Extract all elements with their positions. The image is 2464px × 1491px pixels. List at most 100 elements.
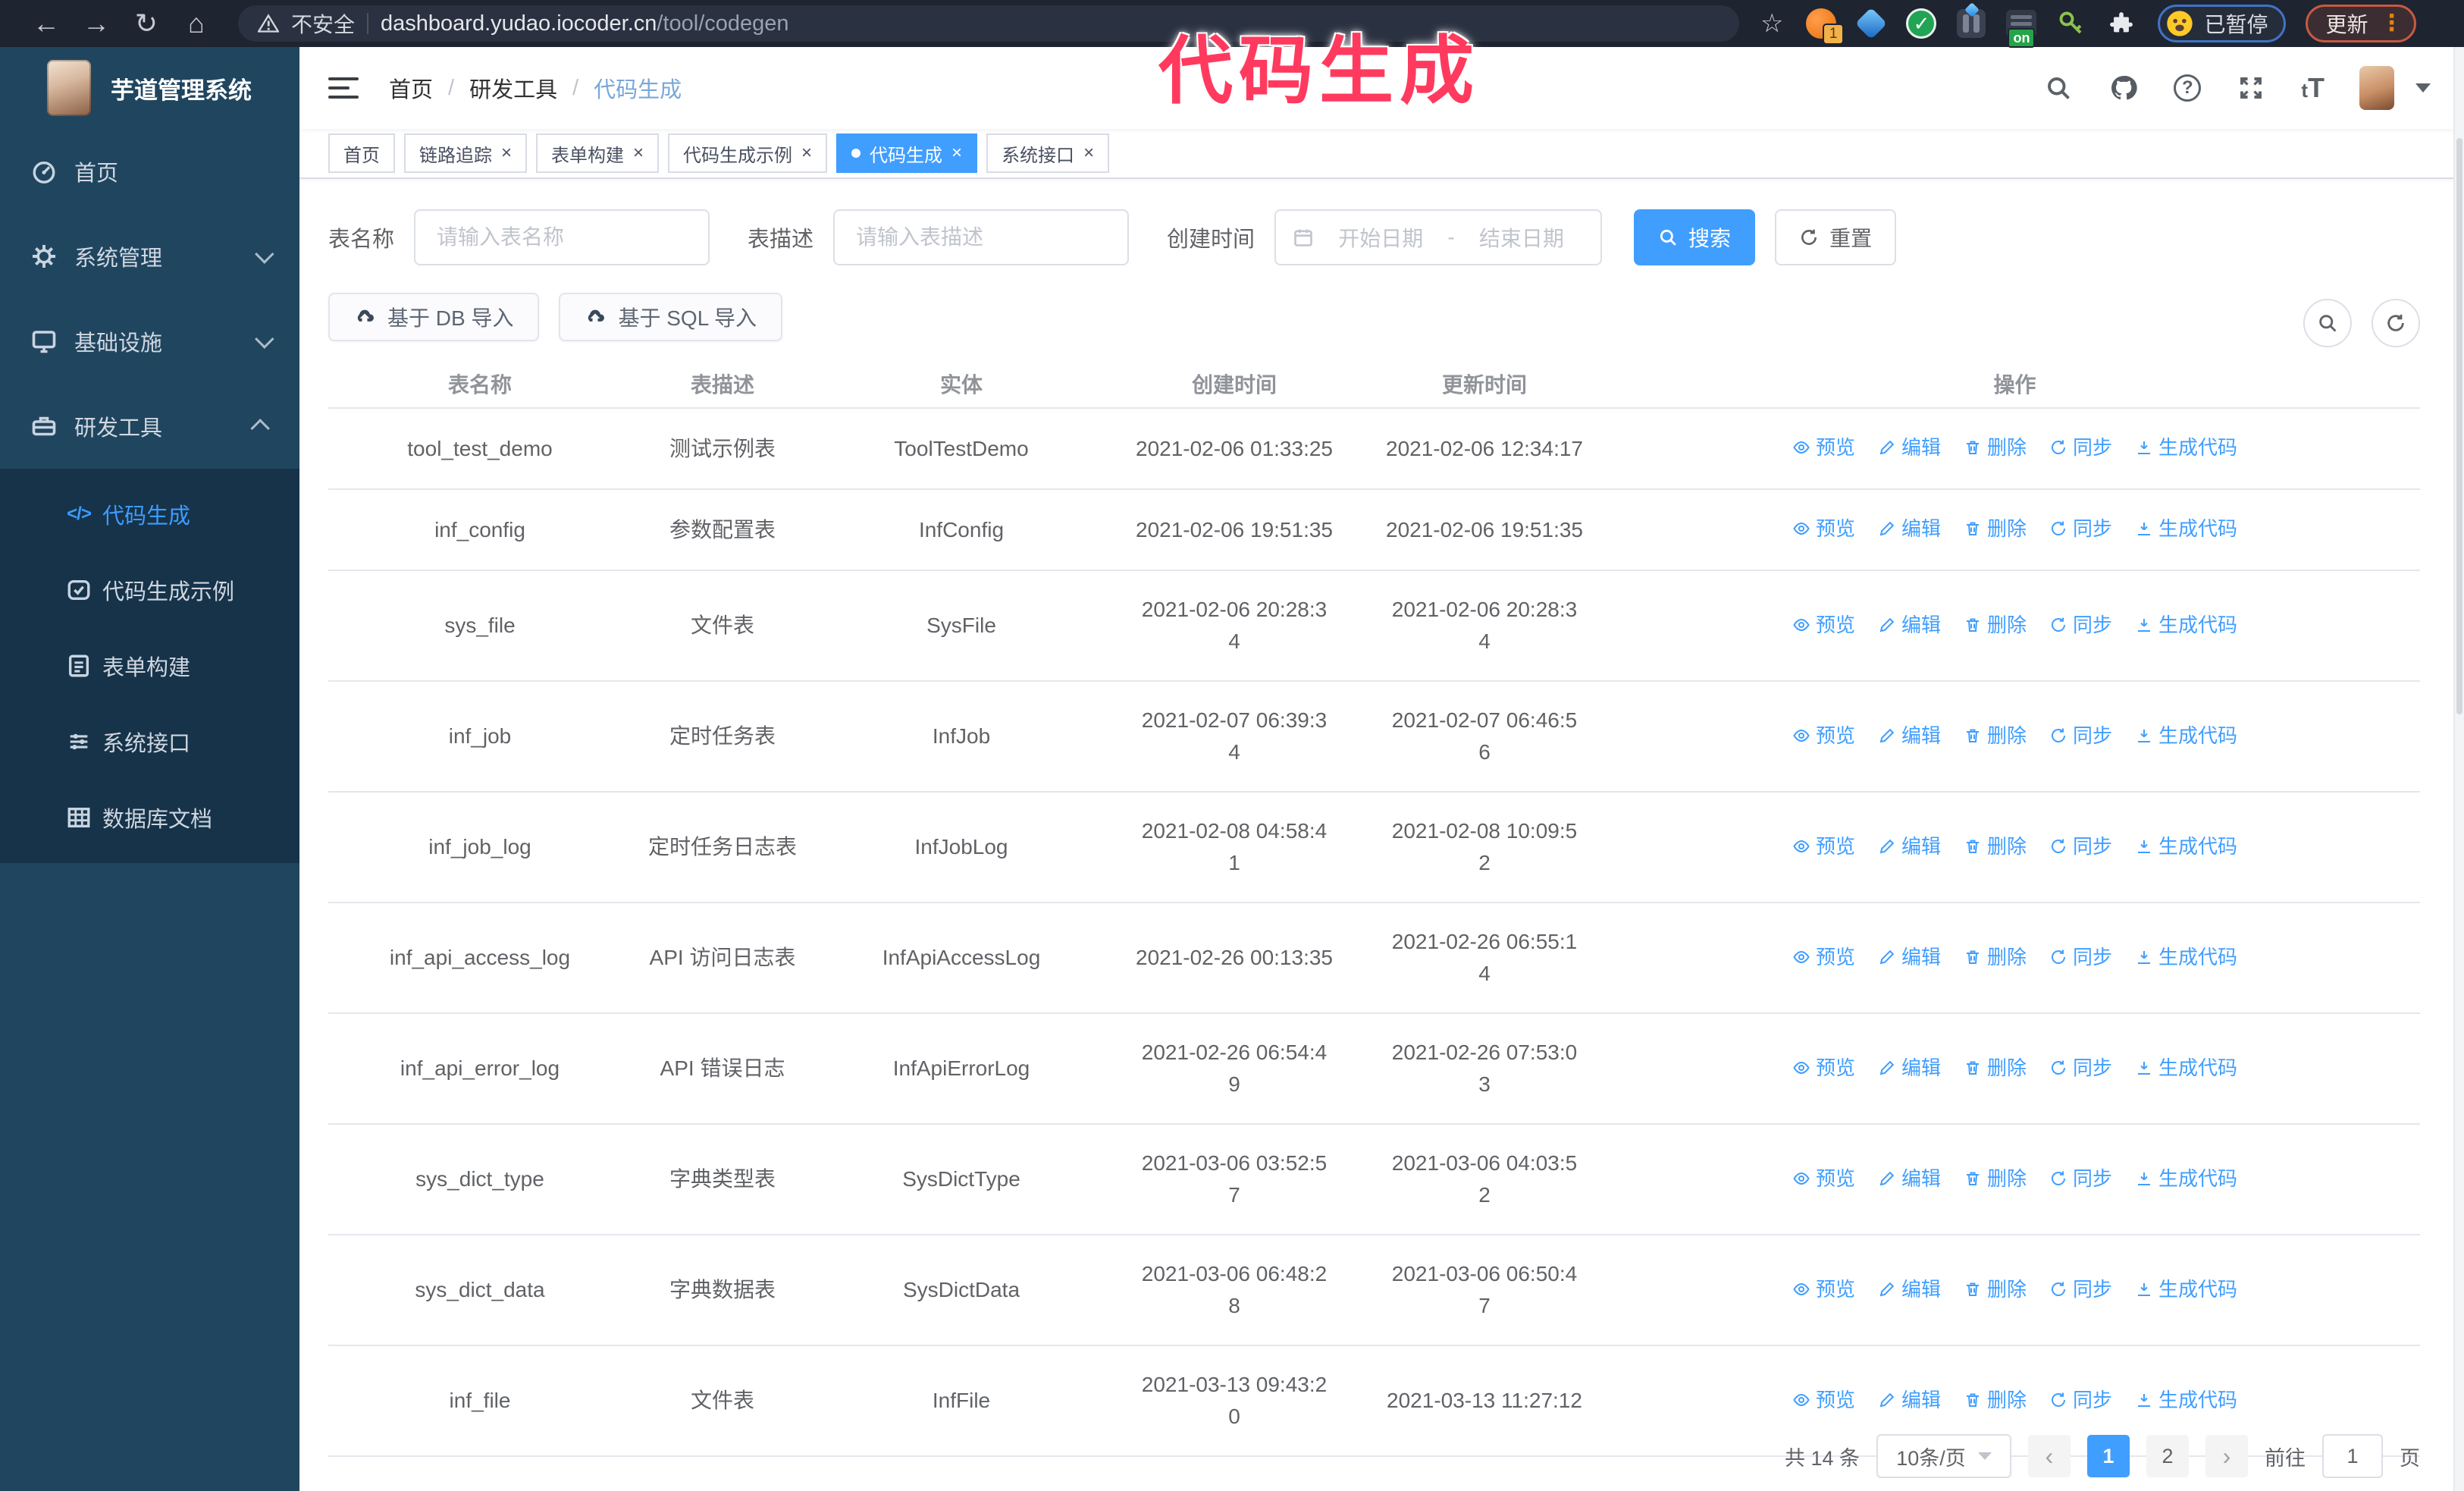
browser-back-icon[interactable]: ← — [21, 0, 71, 47]
row-action-generate[interactable]: 生成代码 — [2135, 1273, 2237, 1305]
sidebar-item-devtools[interactable]: 研发工具 — [0, 384, 299, 469]
next-page-button[interactable]: › — [2205, 1435, 2248, 1477]
row-action-generate[interactable]: 生成代码 — [2135, 830, 2237, 862]
row-action-preview[interactable]: 预览 — [1792, 1163, 1855, 1194]
browser-home-icon[interactable]: ⌂ — [171, 0, 221, 47]
sidebar-item-form-builder[interactable]: 表单构建 — [0, 628, 299, 704]
row-action-sync[interactable]: 同步 — [2049, 432, 2112, 463]
browser-menu-icon[interactable]: ⋮ — [2381, 12, 2403, 35]
search-icon[interactable] — [2043, 73, 2074, 103]
table-name-input[interactable] — [414, 209, 710, 265]
row-action-preview[interactable]: 预览 — [1792, 941, 1855, 973]
import-sql-button[interactable]: 基于 SQL 导入 — [559, 293, 783, 341]
tab-system-api[interactable]: 系统接口 × — [986, 133, 1110, 173]
sidebar-item-infra[interactable]: 基础设施 — [0, 299, 299, 384]
refresh-table-button[interactable] — [2372, 299, 2420, 347]
goto-page-input[interactable] — [2322, 1434, 2383, 1478]
row-action-generate[interactable]: 生成代码 — [2135, 609, 2237, 641]
address-bar[interactable]: 不安全 dashboard.yudao.iocoder.cn/tool/code… — [238, 5, 1739, 42]
github-icon[interactable] — [2108, 73, 2139, 103]
row-action-generate[interactable]: 生成代码 — [2135, 1052, 2237, 1084]
extension-icon-check[interactable]: ✓ — [1904, 7, 1938, 40]
row-action-sync[interactable]: 同步 — [2049, 1163, 2112, 1194]
row-action-delete[interactable]: 删除 — [1964, 513, 2027, 545]
close-icon[interactable]: × — [951, 144, 962, 162]
tab-home[interactable]: 首页 — [328, 133, 395, 173]
row-action-edit[interactable]: 编辑 — [1878, 609, 1941, 641]
extension-icon-on[interactable]: on — [2005, 7, 2038, 48]
breadcrumb-devtools[interactable]: 研发工具 — [469, 72, 557, 104]
logo-row[interactable]: 芋道管理系统 — [0, 47, 299, 129]
row-action-edit[interactable]: 编辑 — [1878, 1163, 1941, 1194]
extensions-puzzle-icon[interactable] — [2105, 7, 2138, 40]
extension-icon-sliders[interactable] — [1955, 2, 1988, 40]
row-action-delete[interactable]: 删除 — [1964, 1163, 2027, 1194]
row-action-generate[interactable]: 生成代码 — [2135, 513, 2237, 545]
row-action-sync[interactable]: 同步 — [2049, 1052, 2112, 1084]
row-action-edit[interactable]: 编辑 — [1878, 1052, 1941, 1084]
help-icon[interactable]: ? — [2174, 74, 2202, 102]
table-desc-input[interactable] — [833, 209, 1130, 265]
row-action-edit[interactable]: 编辑 — [1878, 1273, 1941, 1305]
row-action-edit[interactable]: 编辑 — [1878, 720, 1941, 752]
extension-icon-key[interactable] — [2055, 7, 2088, 40]
row-action-delete[interactable]: 删除 — [1964, 432, 2027, 463]
row-action-sync[interactable]: 同步 — [2049, 720, 2112, 752]
row-action-edit[interactable]: 编辑 — [1878, 432, 1941, 463]
page-button-1[interactable]: 1 — [2087, 1435, 2130, 1477]
row-action-sync[interactable]: 同步 — [2049, 1384, 2112, 1416]
row-action-preview[interactable]: 预览 — [1792, 1273, 1855, 1305]
row-action-edit[interactable]: 编辑 — [1878, 513, 1941, 545]
row-action-delete[interactable]: 删除 — [1964, 720, 2027, 752]
vertical-scrollbar[interactable] — [2453, 47, 2464, 1491]
browser-reload-icon[interactable]: ↻ — [121, 0, 171, 47]
row-action-preview[interactable]: 预览 — [1792, 609, 1855, 641]
row-action-generate[interactable]: 生成代码 — [2135, 941, 2237, 973]
caret-down-icon[interactable] — [2415, 83, 2431, 93]
sidebar-item-system[interactable]: 系统管理 — [0, 214, 299, 299]
import-db-button[interactable]: 基于 DB 导入 — [328, 293, 540, 341]
row-action-sync[interactable]: 同步 — [2049, 513, 2112, 545]
url-text[interactable]: dashboard.yudao.iocoder.cn/tool/codegen — [381, 11, 789, 36]
row-action-preview[interactable]: 预览 — [1792, 513, 1855, 545]
extension-icon-orange[interactable]: 1 — [1804, 7, 1845, 45]
row-action-generate[interactable]: 生成代码 — [2135, 432, 2237, 463]
toggle-search-button[interactable] — [2303, 299, 2352, 347]
row-action-preview[interactable]: 预览 — [1792, 1052, 1855, 1084]
sidebar-item-system-api[interactable]: 系统接口 — [0, 704, 299, 780]
close-icon[interactable]: × — [1083, 144, 1094, 162]
row-action-preview[interactable]: 预览 — [1792, 432, 1855, 463]
close-icon[interactable]: × — [501, 144, 512, 162]
text-size-icon[interactable]: tT — [2301, 72, 2324, 104]
row-action-delete[interactable]: 删除 — [1964, 830, 2027, 862]
tab-form-builder[interactable]: 表单构建 × — [536, 133, 660, 173]
tab-codegen-example[interactable]: 代码生成示例 × — [668, 133, 828, 173]
row-action-delete[interactable]: 删除 — [1964, 1052, 2027, 1084]
browser-forward-icon[interactable]: → — [71, 0, 121, 47]
row-action-generate[interactable]: 生成代码 — [2135, 720, 2237, 752]
fullscreen-icon[interactable] — [2236, 73, 2266, 103]
hamburger-icon[interactable] — [328, 77, 359, 99]
browser-update-button[interactable]: 更新 ⋮ — [2305, 5, 2416, 42]
sidebar-item-codegen-example[interactable]: 代码生成示例 — [0, 552, 299, 628]
page-size-select[interactable]: 10条/页 — [1876, 1434, 2011, 1478]
profile-paused-badge[interactable]: 已暂停 — [2158, 5, 2286, 42]
row-action-delete[interactable]: 删除 — [1964, 1384, 2027, 1416]
row-action-generate[interactable]: 生成代码 — [2135, 1163, 2237, 1194]
row-action-sync[interactable]: 同步 — [2049, 609, 2112, 641]
bookmark-star-icon[interactable]: ☆ — [1760, 8, 1783, 39]
sidebar-item-db-doc[interactable]: 数据库文档 — [0, 780, 299, 855]
search-button[interactable]: 搜索 — [1634, 209, 1756, 265]
reset-button[interactable]: 重置 — [1775, 209, 1897, 265]
extension-icon-gem[interactable] — [1854, 7, 1888, 40]
row-action-delete[interactable]: 删除 — [1964, 941, 2027, 973]
row-action-delete[interactable]: 删除 — [1964, 609, 2027, 641]
prev-page-button[interactable]: ‹ — [2028, 1435, 2071, 1477]
tab-codegen[interactable]: 代码生成 × — [836, 133, 978, 173]
close-icon[interactable]: × — [633, 144, 644, 162]
row-action-sync[interactable]: 同步 — [2049, 941, 2112, 973]
scrollbar-thumb[interactable] — [2456, 138, 2462, 714]
row-action-preview[interactable]: 预览 — [1792, 1384, 1855, 1416]
sidebar-item-home[interactable]: 首页 — [0, 129, 299, 214]
row-action-sync[interactable]: 同步 — [2049, 1273, 2112, 1305]
